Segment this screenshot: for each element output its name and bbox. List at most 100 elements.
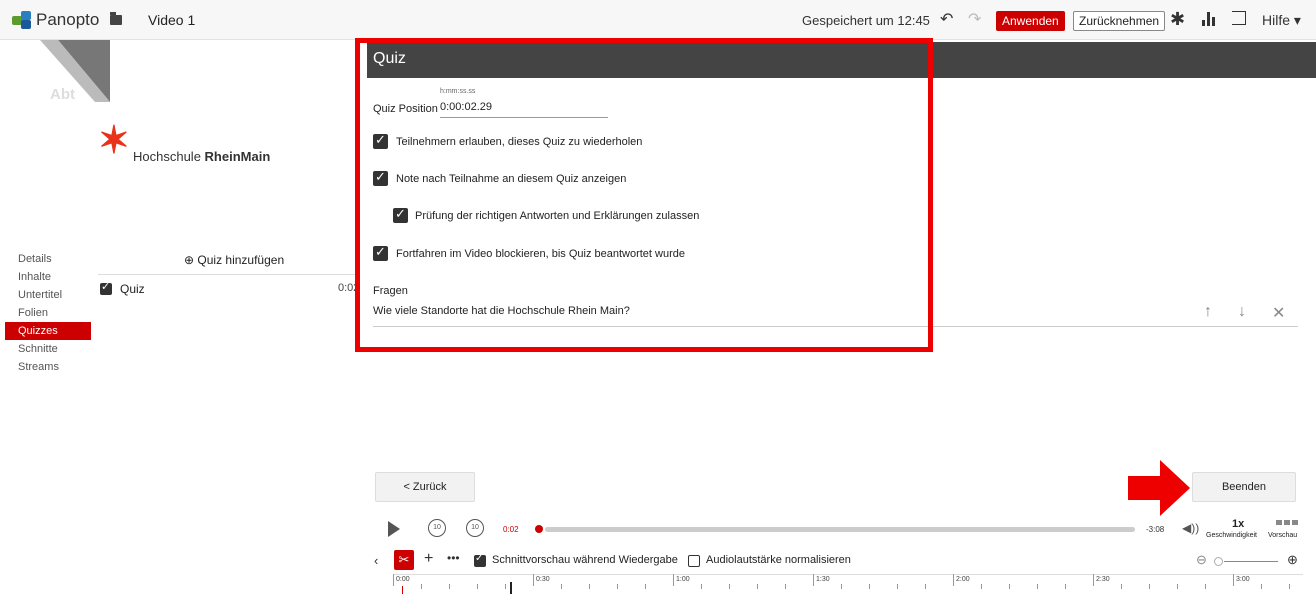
- sidebar-item-captions[interactable]: Untertitel: [5, 286, 91, 304]
- normalize-audio-checkbox[interactable]: [688, 555, 700, 567]
- remaining-time: -3:08: [1146, 525, 1165, 534]
- panopto-logo[interactable]: Panopto: [12, 10, 99, 30]
- divider: [98, 274, 356, 275]
- timeline-minor-tick: [1177, 584, 1178, 589]
- logo-text: Panopto: [36, 10, 100, 29]
- current-time: 0:02: [503, 525, 519, 534]
- delete-icon[interactable]: ✕: [1272, 303, 1285, 323]
- timeline-major-tick: [393, 574, 394, 586]
- timeline-minor-tick: [757, 584, 758, 589]
- timeline-major-tick: [953, 574, 954, 586]
- pointer-arrow-icon: [1128, 460, 1190, 516]
- skip-back-icon[interactable]: 10: [428, 519, 446, 537]
- skip-forward-icon[interactable]: 10: [466, 519, 484, 537]
- zoom-slider[interactable]: [1224, 561, 1278, 562]
- timeline-minor-tick: [701, 584, 702, 589]
- timeline-minor-tick: [1065, 584, 1066, 589]
- stats-icon[interactable]: [1202, 12, 1216, 26]
- move-up-icon[interactable]: ↑: [1204, 303, 1212, 321]
- redo-icon[interactable]: ↷: [968, 9, 981, 29]
- speed-value[interactable]: 1x: [1232, 518, 1244, 530]
- normalize-audio-label: Audiolautstärke normalisieren: [706, 554, 851, 566]
- timeline-minor-tick: [617, 584, 618, 589]
- timeline-minor-tick: [1261, 584, 1262, 589]
- zoom-slider-handle[interactable]: [1214, 557, 1223, 566]
- timeline-label: 2:00: [956, 576, 970, 583]
- apply-button[interactable]: Anwenden: [996, 11, 1065, 31]
- timeline-minor-tick: [421, 584, 422, 589]
- timeline-minor-tick: [785, 584, 786, 589]
- add-icon[interactable]: +: [424, 550, 433, 568]
- timeline-major-tick: [1093, 574, 1094, 586]
- sidebar-item-streams[interactable]: Streams: [5, 358, 91, 376]
- timeline-minor-tick: [645, 584, 646, 589]
- timeline-minor-tick: [449, 584, 450, 589]
- timeline-minor-tick: [925, 584, 926, 589]
- timeline-label: 3:00: [1236, 576, 1250, 583]
- undo-icon[interactable]: ↶: [940, 9, 953, 29]
- finish-button[interactable]: Beenden: [1192, 472, 1296, 502]
- timeline-minor-tick: [1009, 584, 1010, 589]
- timeline-major-tick: [533, 574, 534, 586]
- sidebar-item-quizzes[interactable]: Quizzes: [5, 322, 91, 340]
- collapse-chevron-icon[interactable]: ‹: [374, 553, 378, 568]
- cut-preview-checkbox[interactable]: [474, 553, 486, 567]
- timeline-minor-tick: [729, 584, 730, 589]
- back-button[interactable]: < Zurück: [375, 472, 475, 502]
- zoom-out-icon[interactable]: ⊖: [1196, 552, 1207, 568]
- timeline-major-tick: [1233, 574, 1234, 586]
- more-icon[interactable]: •••: [447, 551, 460, 565]
- revert-button[interactable]: Zurücknehmen: [1073, 11, 1166, 31]
- sidebar-nav: Details Inhalte Untertitel Folien Quizze…: [5, 250, 91, 376]
- timeline-major-tick: [813, 574, 814, 586]
- timeline-minor-tick: [869, 584, 870, 589]
- move-down-icon[interactable]: ↓: [1238, 303, 1246, 321]
- timeline-minor-tick: [897, 584, 898, 589]
- timeline-minor-tick: [561, 584, 562, 589]
- preview-label: Vorschau: [1268, 532, 1298, 539]
- timeline[interactable]: [393, 574, 1303, 594]
- timeline-minor-tick: [477, 584, 478, 589]
- timeline-cut-marker[interactable]: [510, 582, 512, 594]
- help-menu[interactable]: Hilfe ▾: [1262, 12, 1301, 29]
- folder-icon[interactable]: [110, 12, 122, 25]
- sidebar-item-slides[interactable]: Folien: [5, 304, 91, 322]
- progress-handle[interactable]: [535, 525, 543, 533]
- gear-icon[interactable]: ✱: [1170, 9, 1185, 30]
- timeline-minor-tick: [1037, 584, 1038, 589]
- sidebar-item-details[interactable]: Details: [5, 250, 91, 268]
- play-icon[interactable]: [388, 521, 400, 537]
- timeline-minor-tick: [1121, 584, 1122, 589]
- quiz-item-label[interactable]: Quiz: [120, 282, 145, 296]
- scissors-icon[interactable]: ✂: [394, 550, 414, 570]
- timeline-minor-tick: [1289, 584, 1290, 589]
- hsrm-logo-icon: ✶: [98, 120, 130, 162]
- saved-status: Gespeichert um 12:45: [802, 13, 930, 28]
- timeline-label: 1:00: [676, 576, 690, 583]
- timeline-minor-tick: [981, 584, 982, 589]
- highlight-frame: [355, 38, 933, 352]
- faded-banner-text: Abt: [50, 86, 75, 103]
- timeline-label: 0:30: [536, 576, 550, 583]
- quiz-item-checkbox[interactable]: [100, 280, 112, 295]
- sidebar-item-cuts[interactable]: Schnitte: [5, 340, 91, 358]
- exit-icon[interactable]: [1232, 11, 1246, 25]
- timeline-label: 2:30: [1096, 576, 1110, 583]
- cut-preview-label: Schnittvorschau während Wiedergabe: [492, 554, 678, 566]
- timeline-major-tick: [673, 574, 674, 586]
- panopto-logo-icon: [12, 11, 32, 29]
- preview-icon[interactable]: [1276, 520, 1298, 525]
- volume-icon[interactable]: ◀)): [1182, 521, 1199, 535]
- org-name: Hochschule RheinMain: [133, 149, 271, 164]
- timeline-label: 0:00: [396, 576, 410, 583]
- zoom-in-icon[interactable]: ⊕: [1287, 552, 1298, 568]
- progress-bar[interactable]: [545, 527, 1135, 532]
- timeline-playhead[interactable]: [402, 586, 403, 594]
- sidebar-item-contents[interactable]: Inhalte: [5, 268, 91, 286]
- timeline-minor-tick: [589, 584, 590, 589]
- video-title: Video 1: [148, 12, 196, 28]
- speed-label: Geschwindigkeit: [1206, 532, 1257, 539]
- timeline-minor-tick: [1205, 584, 1206, 589]
- timeline-minor-tick: [841, 584, 842, 589]
- add-quiz-button[interactable]: ⊕ Quiz hinzufügen: [184, 253, 284, 267]
